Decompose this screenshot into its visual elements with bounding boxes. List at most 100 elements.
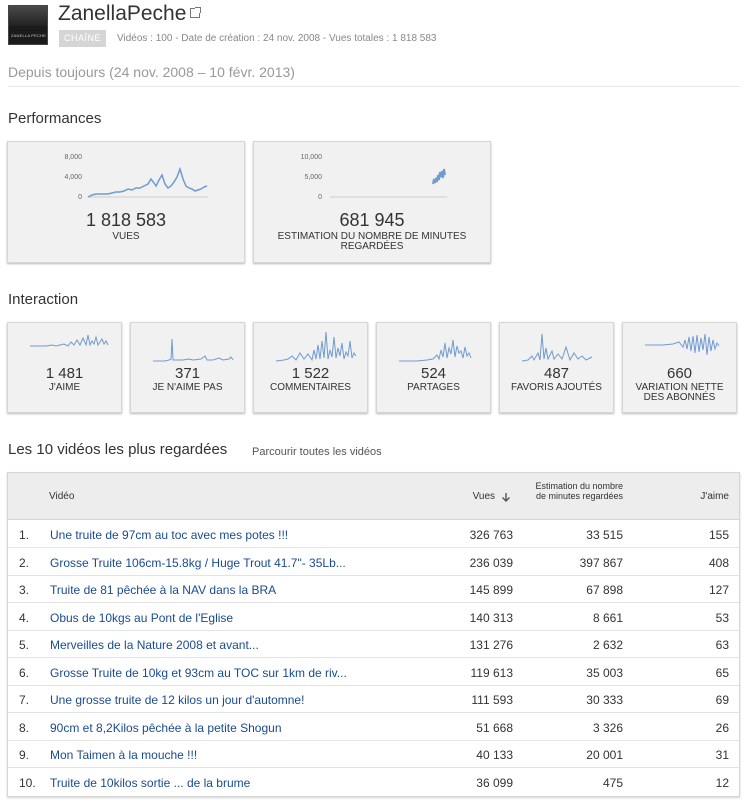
dislikes-value: 371 [174, 365, 201, 382]
minutes-cell: 475 [602, 775, 623, 790]
views-label: VUES [112, 231, 140, 242]
column-header-est-minutes[interactable]: Estimation du nombre de minutes regardée… [523, 481, 623, 501]
minutes-cell: 8 661 [592, 610, 623, 625]
comments-value: 1 522 [291, 365, 330, 382]
table-row: 9. Mon Taimen à la mouche !!! 40 133 20 001… [8, 741, 739, 769]
row-index: 7. [19, 693, 30, 707]
column-header-video[interactable]: Vidéo [49, 491, 74, 502]
dislikes-sparkline [153, 338, 234, 362]
subscribers-sparkline [645, 333, 720, 356]
views-value: 1 818 583 [85, 210, 167, 230]
table-row: 2. Grosse Truite 106cm-15.8kg / Huge Trou… [8, 549, 739, 576]
dislikes-card[interactable]: 371 JE N'AIME PAS [130, 322, 245, 413]
minutes-cell: 67 898 [586, 583, 623, 597]
tick-label: 0 [318, 194, 322, 201]
comments-card[interactable]: 1 522 COMMENTAIRES [253, 322, 368, 413]
likes-card[interactable]: 1 481 J'AIME [7, 322, 122, 413]
channel-avatar[interactable]: ZANELLA PECHE [8, 5, 48, 45]
table-row: 7. Une grosse truite de 12 kilos un jour … [8, 686, 739, 714]
minutes-cell: 3 326 [592, 720, 623, 735]
column-header-likes[interactable]: J'aime [648, 491, 729, 502]
minutes-cell: 20 001 [586, 748, 623, 762]
likes-cell: 69 [715, 693, 729, 707]
comments-sparkline [275, 331, 357, 362]
table-row: 8. 90cm et 8,2Kilos pêchée à la petite Sh… [8, 714, 739, 741]
views-cell: 51 668 [476, 720, 513, 735]
table-row: 6. Grosse Truite de 10kg et 93cm au TOC s… [8, 659, 739, 686]
minutes-cell: 35 003 [586, 665, 623, 680]
date-range[interactable]: Depuis toujours (24 nov. 2008 – 10 févr.… [8, 64, 295, 80]
minutes-sparkline: 10,000 5,000 0 [301, 154, 447, 201]
shares-value: 524 [420, 365, 447, 382]
table-header: Vidéo Vues Estimation du nombre de minut… [8, 473, 739, 520]
likes-cell: 65 [715, 665, 729, 680]
tick-label: 8,000 [64, 154, 82, 161]
minutes-value: 681 945 [339, 210, 405, 230]
row-index: 8. [19, 720, 30, 735]
tick-label: 4,000 [64, 174, 82, 181]
external-link-icon[interactable] [190, 7, 201, 18]
table-row: 5. Merveilles de la Nature 2008 et avant.… [8, 631, 739, 659]
minutes-cell: 397 867 [579, 555, 623, 570]
likes-cell: 408 [708, 555, 729, 570]
avatar-logo-text: ZANELLA PECHE [11, 33, 47, 38]
likes-value: 1 481 [45, 365, 84, 382]
subscribers-label: VARIATION NETTE DES ABONNÉS [635, 382, 724, 403]
video-title-link[interactable]: Une grosse truite de 12 kilos un jour d'… [50, 693, 390, 707]
watch-minutes-card[interactable]: 10,000 5,000 0 681 945 ESTIMATION DU NOM… [253, 141, 491, 263]
favorites-value: 487 [543, 365, 570, 382]
likes-cell: 63 [715, 638, 729, 652]
views-cell: 36 099 [476, 775, 513, 790]
likes-cell: 127 [708, 583, 729, 597]
video-title-link[interactable]: Une truite de 97cm au toc avec mes potes… [50, 528, 390, 542]
browse-all-videos-link[interactable]: Parcourir toutes les vidéos [252, 446, 382, 458]
video-title-link[interactable]: Truite de 81 pêchée à la NAV dans la BRA [50, 583, 390, 597]
views-cell: 236 039 [469, 555, 513, 570]
video-title-link[interactable]: Grosse Truite 106cm-15.8kg / Huge Trout … [50, 556, 390, 570]
favorites-label: FAVORIS AJOUTÉS [511, 382, 602, 393]
sort-down-arrow-icon[interactable] [501, 492, 511, 502]
channel-name[interactable]: ZanellaPeche [58, 2, 186, 26]
shares-card[interactable]: 524 PARTAGES [376, 322, 491, 413]
interaction-title: Interaction [8, 291, 79, 308]
tick-label: 10,000 [301, 154, 323, 161]
channel-badge: CHAÎNE [59, 30, 106, 47]
row-index: 10. [19, 775, 36, 790]
views-card[interactable]: 8,000 4,000 0 1 818 583 VUES [7, 141, 245, 263]
minutes-cell: 2 632 [592, 638, 623, 652]
channel-header: ZANELLA PECHE ZanellaPeche CHAÎNE Vidéos… [8, 2, 740, 47]
channel-meta: Vidéos : 100 - Date de création : 24 nov… [117, 33, 437, 44]
likes-cell: 26 [715, 720, 729, 735]
video-title-link[interactable]: Mon Taimen à la mouche !!! [50, 748, 390, 762]
views-cell: 326 763 [469, 528, 513, 542]
views-cell: 131 276 [469, 638, 513, 652]
views-cell: 40 133 [476, 748, 513, 762]
comments-label: COMMENTAIRES [270, 382, 351, 393]
minutes-cell: 33 515 [586, 528, 623, 542]
favorites-sparkline [521, 333, 593, 362]
subscribers-card[interactable]: 660 VARIATION NETTE DES ABONNÉS [622, 322, 737, 413]
row-index: 4. [19, 610, 30, 625]
views-cell: 119 613 [470, 665, 514, 680]
row-index: 9. [19, 748, 30, 762]
video-title-link[interactable]: Obus de 10kgs au Pont de l'Eglise [50, 611, 390, 625]
row-index: 6. [19, 665, 30, 680]
views-cell: 140 313 [469, 610, 513, 625]
row-index: 2. [19, 555, 30, 570]
divider [8, 86, 740, 87]
video-title-link[interactable]: Grosse Truite de 10kg et 93cm au TOC sur… [50, 666, 390, 680]
views-cell: 111 593 [471, 693, 513, 707]
likes-cell: 155 [708, 528, 729, 542]
table-row: 1. Une truite de 97cm au toc avec mes pot… [8, 521, 739, 549]
video-title-link[interactable]: Truite de 10kilos sortie ... de la brume [50, 776, 390, 790]
row-index: 5. [19, 638, 30, 652]
favorites-card[interactable]: 487 FAVORIS AJOUTÉS [499, 322, 614, 413]
video-title-link[interactable]: Merveilles de la Nature 2008 et avant... [50, 638, 390, 652]
video-title-link[interactable]: 90cm et 8,2Kilos pêchée à la petite Shog… [50, 721, 390, 735]
row-index: 3. [19, 583, 30, 597]
minutes-label: ESTIMATION DU NOMBRE DE MINUTES REGARDÉE… [277, 231, 467, 252]
likes-cell: 53 [715, 610, 729, 625]
likes-cell: 31 [715, 748, 729, 762]
tick-label: 0 [78, 194, 82, 201]
tick-label: 5,000 [304, 174, 322, 181]
